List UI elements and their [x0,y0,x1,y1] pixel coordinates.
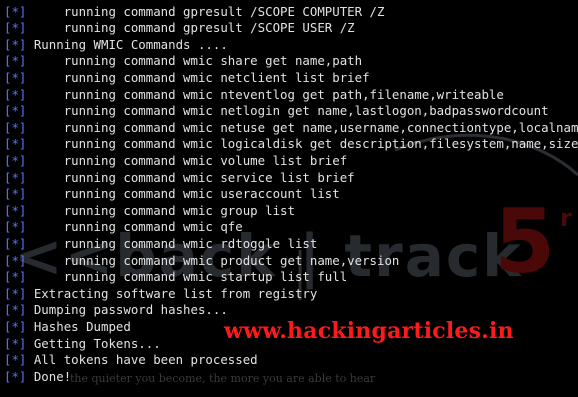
terminal-line: [*] running command wmic share get name,… [4,53,362,70]
line-text: Extracting software list from registry [26,285,318,301]
line-text: running command wmic useraccount list [26,186,340,202]
line-text: running command wmic rdtoggle list [26,235,318,251]
line-text: running command gpresult /SCOPE USER /Z [26,20,355,36]
line-text: running command gpresult /SCOPE COMPUTER… [26,3,385,19]
status-tag: [*] [4,235,27,251]
terminal-line: [*] running command wmic useraccount lis… [4,186,340,203]
line-text: running command wmic logicaldisk get des… [26,136,578,152]
status-tag: [*] [4,335,27,351]
terminal-line: [*] Hashes Dumped [4,319,131,336]
status-tag: [*] [4,318,27,334]
line-text: Dumping password hashes... [26,302,228,318]
line-text: running command wmic product get name,ve… [26,252,400,268]
terminal-line: [*] running command wmic rdtoggle list [4,236,317,253]
terminal-line: [*] running command wmic product get nam… [4,253,399,270]
status-tag: [*] [4,285,27,301]
terminal-line: [*] running command wmic logicaldisk get… [4,136,578,153]
terminal-line: [*] running command wmic netclient list … [4,70,370,87]
terminal-line: [*] Getting Tokens... [4,336,161,353]
status-tag: [*] [4,119,27,135]
line-text: running command wmic qfe [26,219,243,235]
terminal-line: [*] Done! [4,369,71,386]
terminal-line: [*] Extracting software list from regist… [4,286,317,303]
terminal-line: [*] running command wmic service list br… [4,170,355,187]
status-tag: [*] [4,53,27,69]
terminal-line: [*] running command wmic netuse get name… [4,120,578,137]
status-tag: [*] [4,152,27,168]
status-tag: [*] [4,202,27,218]
line-text: running command wmic netlogin get name,l… [26,103,549,119]
status-tag: [*] [4,302,27,318]
line-text: running command wmic share get name,path [26,53,363,69]
terminal-line: [*] running command gpresult /SCOPE USER… [4,20,355,37]
line-text: Hashes Dumped [26,318,131,334]
line-text: Done! [26,368,72,384]
terminal-line: [*] running command wmic nteventlog get … [4,87,504,104]
status-tag: [*] [4,368,27,384]
status-tag: [*] [4,219,27,235]
status-tag: [*] [4,69,27,85]
line-text: running command wmic netclient list brie… [26,69,370,85]
line-text: Running WMIC Commands .... [26,36,228,52]
line-text: running command wmic group list [26,202,295,218]
status-tag: [*] [4,20,27,36]
status-tag: [*] [4,269,27,285]
status-tag: [*] [4,252,27,268]
terminal-line: [*] All tokens have been processed [4,352,258,369]
site-watermark: www.hackingarticles.in [224,318,514,344]
terminal-line: [*] running command wmic group list [4,203,295,220]
backtrack-logo-five: 5 [494,190,556,293]
line-text: running command wmic netuse get name,use… [26,119,578,135]
line-text: running command wmic startup list full [26,269,348,285]
status-tag: [*] [4,103,27,119]
status-tag: [*] [4,3,27,19]
terminal-line: [*] running command wmic netlogin get na… [4,103,549,120]
terminal-line: [*] running command wmic startup list fu… [4,269,347,286]
line-text: running command wmic nteventlog get path… [26,86,504,102]
terminal-line: [*] Running WMIC Commands .... [4,37,228,54]
line-text: running command wmic volume list brief [26,152,348,168]
terminal-line: [*] running command wmic qfe [4,219,243,236]
line-text: running command wmic service list brief [26,169,355,185]
line-text: Getting Tokens... [26,335,161,351]
status-tag: [*] [4,169,27,185]
terminal-line: [*] running command wmic volume list bri… [4,153,347,170]
line-text: All tokens have been processed [26,352,258,368]
backtrack-logo-r: r [560,204,572,232]
backtrack-quote: the quieter you become, the more you are… [70,372,376,385]
status-tag: [*] [4,86,27,102]
status-tag: [*] [4,136,27,152]
status-tag: [*] [4,186,27,202]
terminal-window[interactable]: <<back | track 5 r the quieter you becom… [0,0,578,397]
terminal-line: [*] running command gpresult /SCOPE COMP… [4,4,384,21]
status-tag: [*] [4,352,27,368]
terminal-line: [*] Dumping password hashes... [4,302,228,319]
status-tag: [*] [4,36,27,52]
